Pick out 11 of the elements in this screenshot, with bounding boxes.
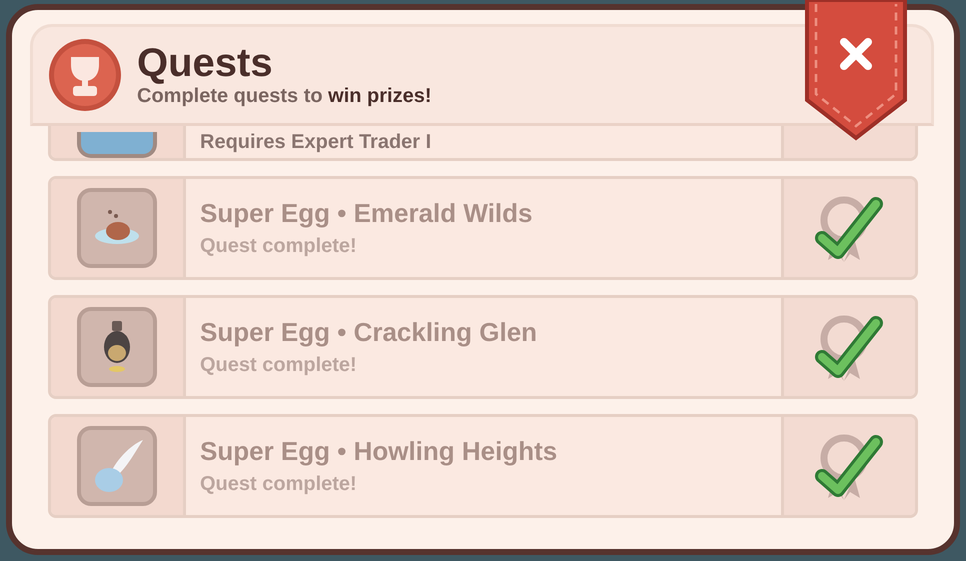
close-icon xyxy=(840,38,872,70)
panel-subtitle: Complete quests to win prizes! xyxy=(137,84,432,108)
quest-status: Quest complete! xyxy=(200,354,358,377)
quest-title: Super Egg • Emerald Wilds xyxy=(200,198,534,229)
quest-status: Quest complete! xyxy=(200,473,358,496)
panel-title: Quests xyxy=(137,42,274,82)
quest-title: Super Egg • Crackling Glen xyxy=(200,317,538,348)
quest-status: Quest complete! xyxy=(200,235,358,258)
quest-title: Super Egg • Howling Heights xyxy=(200,436,558,467)
quest-status: Requires Expert Trader I xyxy=(200,130,432,154)
trophy-badge-icon xyxy=(47,37,123,113)
